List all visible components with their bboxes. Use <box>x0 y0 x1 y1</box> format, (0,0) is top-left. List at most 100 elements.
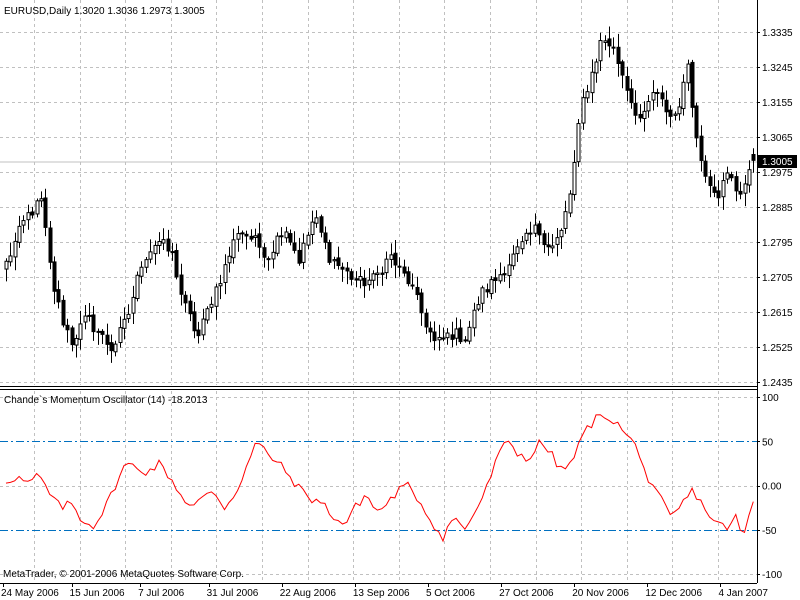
candle-body <box>109 342 114 352</box>
candle-body <box>524 232 529 241</box>
candle <box>327 239 332 265</box>
candle-body <box>594 61 599 74</box>
candle-body <box>183 294 188 304</box>
candle-body <box>279 235 284 238</box>
candle-body <box>485 289 490 293</box>
candle-body <box>174 250 179 278</box>
candle <box>135 271 140 302</box>
candle-body <box>585 91 590 99</box>
candle-body <box>467 326 472 342</box>
candle-body <box>673 113 678 116</box>
candle-body <box>367 279 372 286</box>
candle-body <box>157 241 162 246</box>
candle-body <box>445 332 450 339</box>
candle-body <box>686 63 691 84</box>
candle-body <box>223 264 228 283</box>
candle-body <box>721 180 726 198</box>
candle-body <box>402 266 407 274</box>
candle-body <box>323 232 328 243</box>
candle-body <box>419 292 424 314</box>
candle-body <box>598 40 603 62</box>
candle-body <box>563 211 568 229</box>
oscillator-tick-label: 0.00 <box>762 482 782 493</box>
candle <box>61 295 66 328</box>
candle-body <box>196 329 201 337</box>
candle-body <box>389 254 394 260</box>
candle-body <box>249 235 254 240</box>
candle-body <box>712 186 717 193</box>
candle-body <box>502 273 507 276</box>
time-tick-label: 12 Dec 2006 <box>645 588 702 599</box>
time-tick-label: 31 Jul 2006 <box>207 588 259 599</box>
candle-body <box>170 251 175 254</box>
candle-body <box>463 339 468 342</box>
candle-body <box>664 99 669 113</box>
candle <box>576 118 581 167</box>
candle-body <box>550 245 555 249</box>
candle-body <box>297 249 302 264</box>
time-tick-label: 5 Oct 2006 <box>426 588 475 599</box>
candle-body <box>354 278 359 281</box>
current-price-label: 1.3005 <box>762 157 793 168</box>
candle-body <box>61 299 66 326</box>
time-tick-label: 22 Aug 2006 <box>280 588 337 599</box>
price-tick-label: 1.2615 <box>762 308 793 319</box>
chart-canvas[interactable]: EURUSD,Daily 1.3020 1.3036 1.2973 1.3005… <box>0 0 800 600</box>
candle-body <box>437 336 442 341</box>
candle-body <box>56 289 61 303</box>
price-tick-label: 1.3065 <box>762 133 793 144</box>
candle <box>275 232 280 257</box>
price-tick-label: 1.3245 <box>762 63 793 74</box>
candle-body <box>629 88 634 104</box>
candle-body <box>616 46 621 64</box>
candle-body <box>603 40 608 43</box>
candle-body <box>327 242 332 263</box>
candle-body <box>568 193 573 214</box>
candle-body <box>253 235 258 238</box>
time-tick-label: 13 Sep 2006 <box>353 588 410 599</box>
candle-body <box>209 303 214 308</box>
candle-body <box>336 257 341 267</box>
price-tick-label: 1.3335 <box>762 28 793 39</box>
candle-body <box>655 91 660 94</box>
candle-body <box>362 277 367 287</box>
candle-body <box>271 251 276 260</box>
candle <box>48 221 53 270</box>
candle-body <box>751 154 756 161</box>
candle-body <box>30 211 35 216</box>
candle-body <box>349 271 354 280</box>
candle-body <box>126 313 131 320</box>
candle-body <box>188 300 193 315</box>
indicator-title: Chande`s Momentum Oscillator (14) -18.20… <box>4 394 208 406</box>
candle-body <box>48 227 53 263</box>
metatrader-chart-window[interactable]: EURUSD,Daily 1.3020 1.3036 1.2973 1.3005… <box>0 0 800 600</box>
price-tick-label: 1.2795 <box>762 238 793 249</box>
candle-body <box>660 92 665 100</box>
candle-body <box>533 224 538 234</box>
candle-body <box>113 343 118 353</box>
candle-body <box>432 331 437 342</box>
candle-body <box>83 315 88 323</box>
candle-body <box>642 110 647 120</box>
candle-body <box>52 261 57 292</box>
candle-body <box>507 264 512 277</box>
candle-body <box>284 231 289 239</box>
candle-body <box>537 223 542 236</box>
oscillator-tick-label: -100 <box>762 570 782 581</box>
candle-body <box>725 172 730 180</box>
candle-body <box>43 197 48 228</box>
candle-body <box>39 198 44 202</box>
candle-body <box>148 251 153 260</box>
candle-body <box>100 330 105 335</box>
candle-body <box>625 76 630 91</box>
candle-body <box>520 241 525 250</box>
symbol-header: EURUSD,Daily 1.3020 1.3036 1.2973 1.3005 <box>4 6 205 17</box>
candle-body <box>144 259 149 268</box>
candle-body <box>310 221 315 235</box>
candle-body <box>476 304 481 310</box>
candle-body <box>231 239 236 259</box>
candle-body <box>257 233 262 248</box>
candle-body <box>8 255 13 263</box>
candle-body <box>65 324 70 331</box>
candle-body <box>489 279 494 295</box>
